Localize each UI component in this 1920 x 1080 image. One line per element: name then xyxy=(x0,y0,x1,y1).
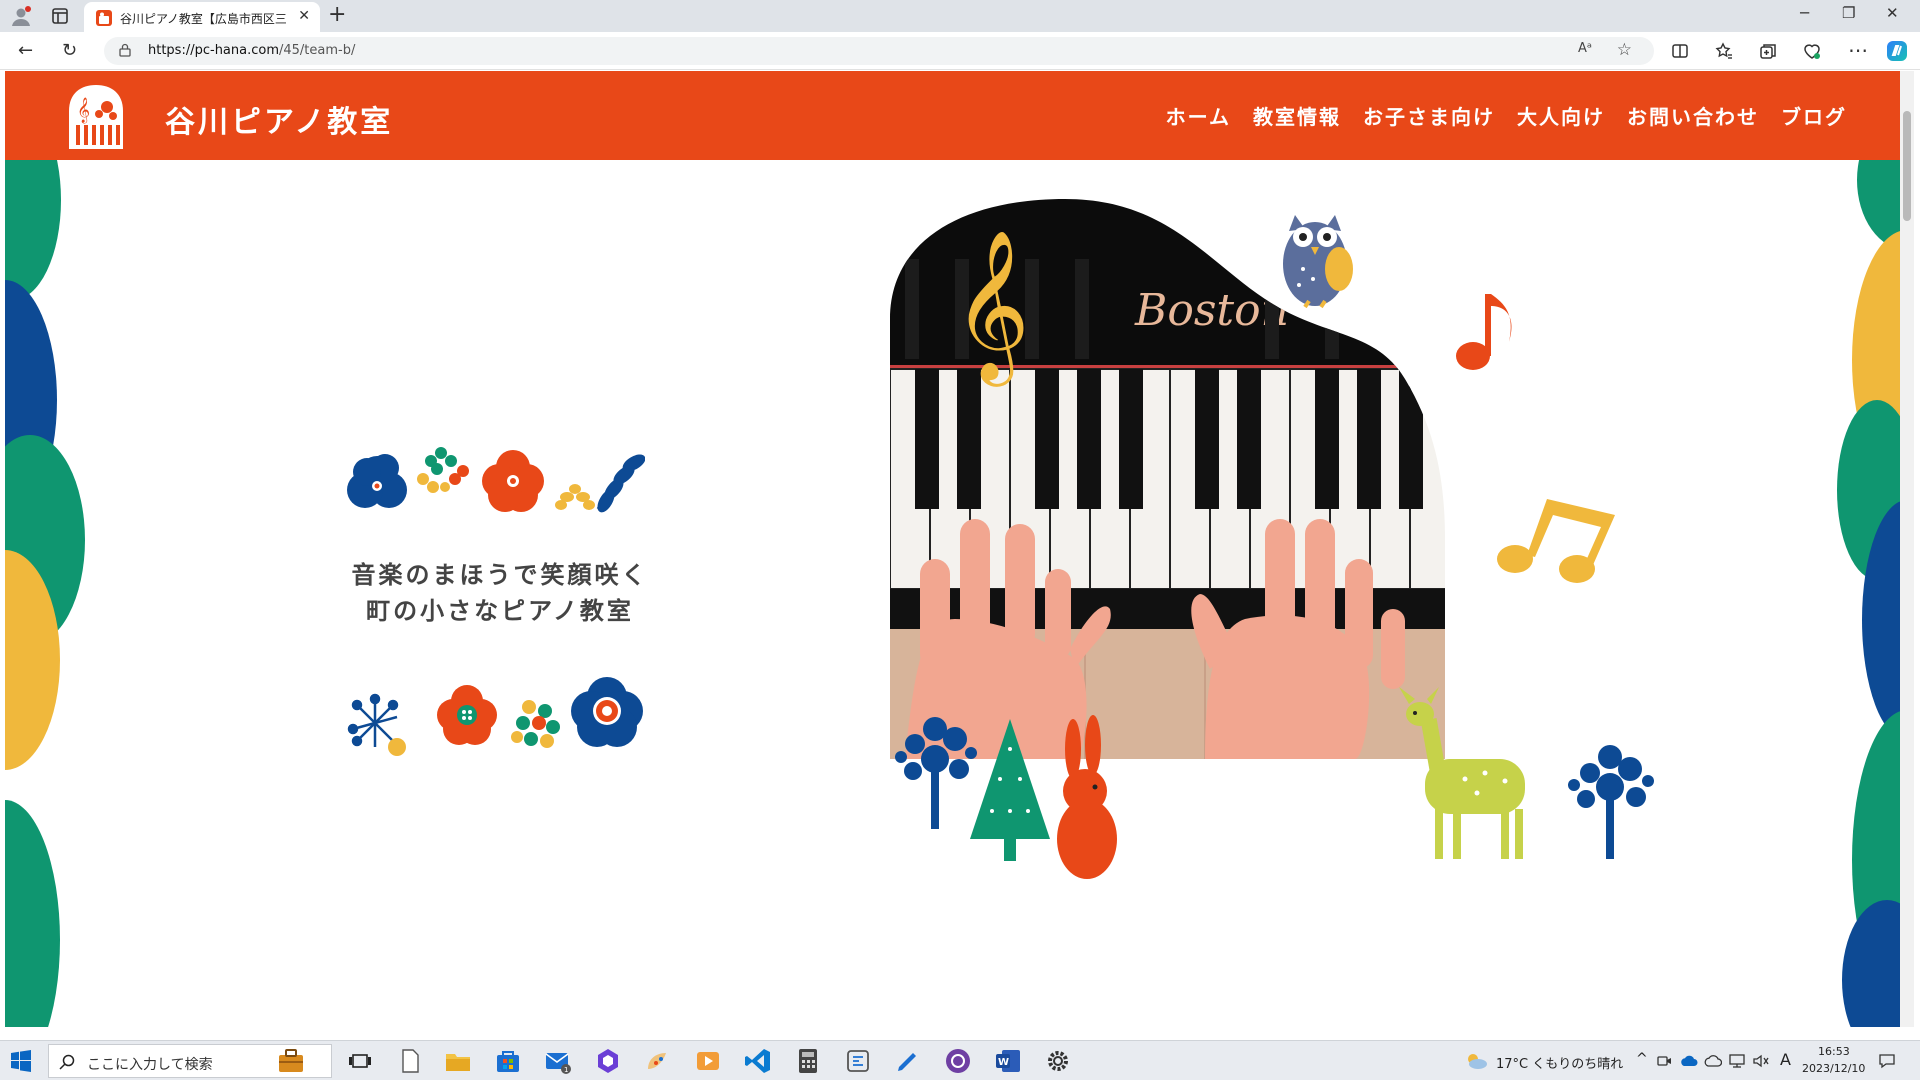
blank-document-icon[interactable] xyxy=(396,1047,424,1075)
website-page: 𝄞 谷川ピアノ教室 ホーム 教室情報 お子さま向け 大人向け お問い合わせ ブロ… xyxy=(5,71,1907,1027)
browser-essentials-icon[interactable] xyxy=(1802,41,1822,61)
tab-close-icon[interactable]: ✕ xyxy=(298,8,310,24)
close-window-button[interactable]: ✕ xyxy=(1886,4,1899,22)
snipping-tool-icon[interactable] xyxy=(844,1047,872,1075)
scrollbar-thumb[interactable] xyxy=(1903,111,1911,221)
taskbar-search-box[interactable]: ここに入力して検索 xyxy=(48,1044,332,1078)
onedrive-icon[interactable] xyxy=(1680,1053,1698,1069)
briefcase-icon xyxy=(279,1049,303,1072)
profile-icon[interactable] xyxy=(10,5,32,27)
windows-start-icon[interactable] xyxy=(10,1050,32,1072)
ime-indicator[interactable]: A xyxy=(1780,1050,1791,1069)
cloud-icon[interactable] xyxy=(1704,1053,1722,1069)
search-placeholder: ここに入力して検索 xyxy=(87,1057,213,1073)
treble-clef-icon: 𝄞 xyxy=(953,228,1030,387)
minimize-button[interactable]: ─ xyxy=(1800,4,1809,22)
hero-piano-illustration: Boston 𝄞 xyxy=(890,199,1654,879)
network-icon[interactable] xyxy=(1728,1053,1746,1069)
address-bar[interactable]: https://pc-hana.com/45/team-b/ Aᵃ ☆ xyxy=(104,37,1654,65)
svg-text:W: W xyxy=(998,1057,1009,1068)
settings-gear-icon[interactable] xyxy=(1044,1047,1072,1075)
windows-taskbar: ここに入力して検索 1 W 17°C くもりのち晴れ ^ A 16:53 202… xyxy=(0,1040,1920,1080)
nav-for-children[interactable]: お子さま向け xyxy=(1363,101,1495,130)
site-favicon-icon xyxy=(96,10,112,26)
volume-muted-icon[interactable] xyxy=(1752,1053,1770,1069)
browser-toolbar: ← ↻ https://pc-hana.com/45/team-b/ Aᵃ ☆ … xyxy=(0,32,1920,70)
nav-home[interactable]: ホーム xyxy=(1166,101,1231,130)
deer-icon xyxy=(1399,687,1525,859)
refresh-button[interactable]: ↻ xyxy=(62,40,77,61)
read-aloud-icon[interactable]: Aᵃ xyxy=(1578,41,1592,56)
red-music-note-icon xyxy=(1456,294,1512,370)
pen-tool-icon[interactable] xyxy=(894,1047,922,1075)
flowers-top-decoration xyxy=(347,447,645,513)
paint-icon[interactable] xyxy=(644,1047,672,1075)
nav-blog[interactable]: ブログ xyxy=(1781,101,1847,130)
mail-icon[interactable]: 1 xyxy=(544,1047,572,1075)
search-icon xyxy=(59,1054,75,1070)
meet-now-icon[interactable] xyxy=(1656,1053,1672,1069)
favorites-icon[interactable] xyxy=(1714,41,1734,61)
calculator-icon[interactable] xyxy=(794,1047,822,1075)
tagline: 音楽のまほうで笑顔咲く 町の小さなピアノ教室 xyxy=(335,557,665,629)
page-scrollbar[interactable] xyxy=(1900,71,1914,1027)
flowers-bottom-decoration xyxy=(347,677,643,756)
left-leaf-decoration xyxy=(5,160,85,1027)
site-nav: ホーム 教室情報 お子さま向け 大人向け お問い合わせ ブログ xyxy=(1166,101,1847,130)
new-tab-button[interactable]: + xyxy=(328,2,346,27)
owl-icon xyxy=(1283,215,1353,309)
url-text[interactable]: https://pc-hana.com/45/team-b/ xyxy=(148,43,355,58)
site-title[interactable]: 谷川ピアノ教室 xyxy=(165,97,393,141)
lock-icon[interactable] xyxy=(118,43,132,57)
task-view-icon[interactable] xyxy=(346,1047,374,1075)
file-explorer-icon[interactable] xyxy=(444,1047,472,1075)
tab-title: 谷川ピアノ教室【広島市西区三滝】 xyxy=(120,12,286,26)
github-desktop-icon[interactable] xyxy=(944,1047,972,1075)
browser-tab-bar: 谷川ピアノ教室【広島市西区三滝】 ✕ + ─ ❐ ✕ xyxy=(0,0,1920,32)
logo-icon[interactable]: 𝄞 xyxy=(61,83,131,149)
nav-for-adults[interactable]: 大人向け xyxy=(1517,101,1605,130)
copilot-icon[interactable] xyxy=(1886,40,1908,62)
right-leaf-decoration xyxy=(1837,160,1907,1027)
active-tab[interactable]: 谷川ピアノ教室【広島市西区三滝】 ✕ xyxy=(84,2,320,32)
notification-icon[interactable] xyxy=(1878,1052,1896,1070)
svg-text:𝄞: 𝄞 xyxy=(77,97,90,123)
media-player-icon[interactable] xyxy=(694,1047,722,1075)
svg-text:1: 1 xyxy=(564,1066,568,1074)
favorite-star-icon[interactable]: ☆ xyxy=(1617,40,1632,60)
weather-icon[interactable] xyxy=(1464,1051,1488,1071)
nav-school-info[interactable]: 教室情報 xyxy=(1253,101,1341,130)
tagline-line-2: 町の小さなピアノ教室 xyxy=(366,597,634,625)
clipchamp-icon[interactable] xyxy=(594,1047,622,1075)
back-button[interactable]: ← xyxy=(18,40,33,61)
site-header: 𝄞 谷川ピアノ教室 ホーム 教室情報 お子さま向け 大人向け お問い合わせ ブロ… xyxy=(5,71,1907,160)
show-hidden-icons-icon[interactable]: ^ xyxy=(1636,1051,1648,1067)
restore-button[interactable]: ❐ xyxy=(1842,4,1855,22)
microsoft-store-icon[interactable] xyxy=(494,1047,522,1075)
collections-icon[interactable] xyxy=(1758,41,1778,61)
weather-text[interactable]: 17°C くもりのち晴れ xyxy=(1496,1053,1623,1072)
tagline-line-1: 音楽のまほうで笑顔咲く xyxy=(351,561,649,589)
vscode-icon[interactable] xyxy=(744,1047,772,1075)
nav-contact[interactable]: お問い合わせ xyxy=(1627,101,1759,130)
tab-actions-icon[interactable] xyxy=(50,6,70,26)
blue-tree-right-icon xyxy=(1568,745,1654,859)
split-screen-icon[interactable] xyxy=(1670,41,1690,61)
yellow-music-note-icon xyxy=(1497,499,1615,583)
clock-date[interactable]: 2023/12/10 xyxy=(1802,1062,1865,1075)
settings-more-icon[interactable]: ⋯ xyxy=(1848,38,1868,62)
clock-time[interactable]: 16:53 xyxy=(1818,1045,1850,1058)
word-icon[interactable]: W xyxy=(994,1047,1022,1075)
